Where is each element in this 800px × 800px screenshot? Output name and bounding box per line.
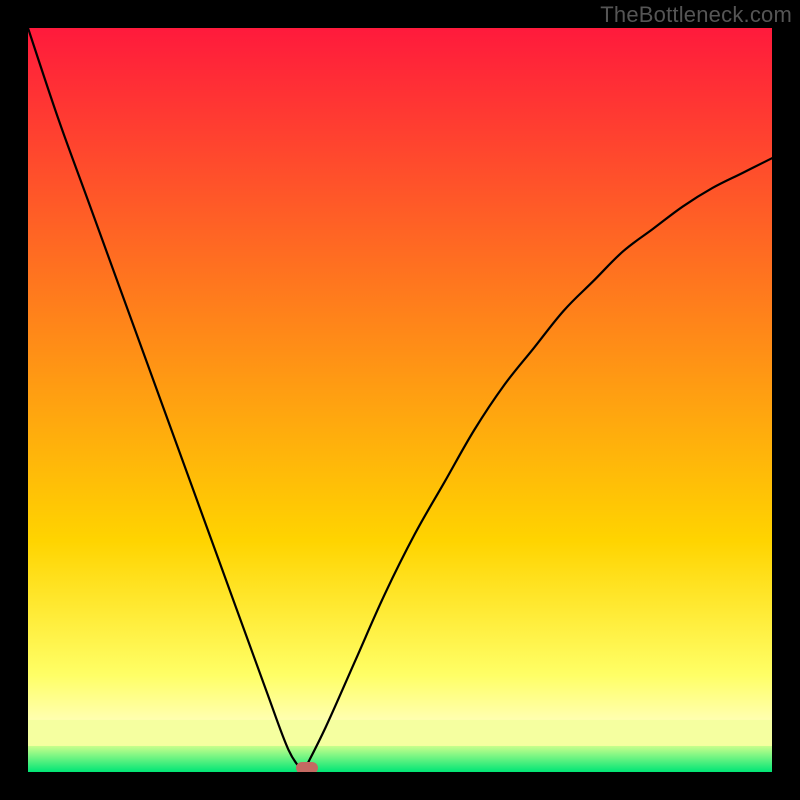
gradient-background (28, 28, 772, 772)
optimal-point-marker (296, 762, 318, 772)
chart-svg (28, 28, 772, 772)
chart-frame: TheBottleneck.com (0, 0, 800, 800)
gradient-bands (28, 675, 772, 772)
watermark-text: TheBottleneck.com (600, 2, 792, 28)
plot-area (28, 28, 772, 772)
